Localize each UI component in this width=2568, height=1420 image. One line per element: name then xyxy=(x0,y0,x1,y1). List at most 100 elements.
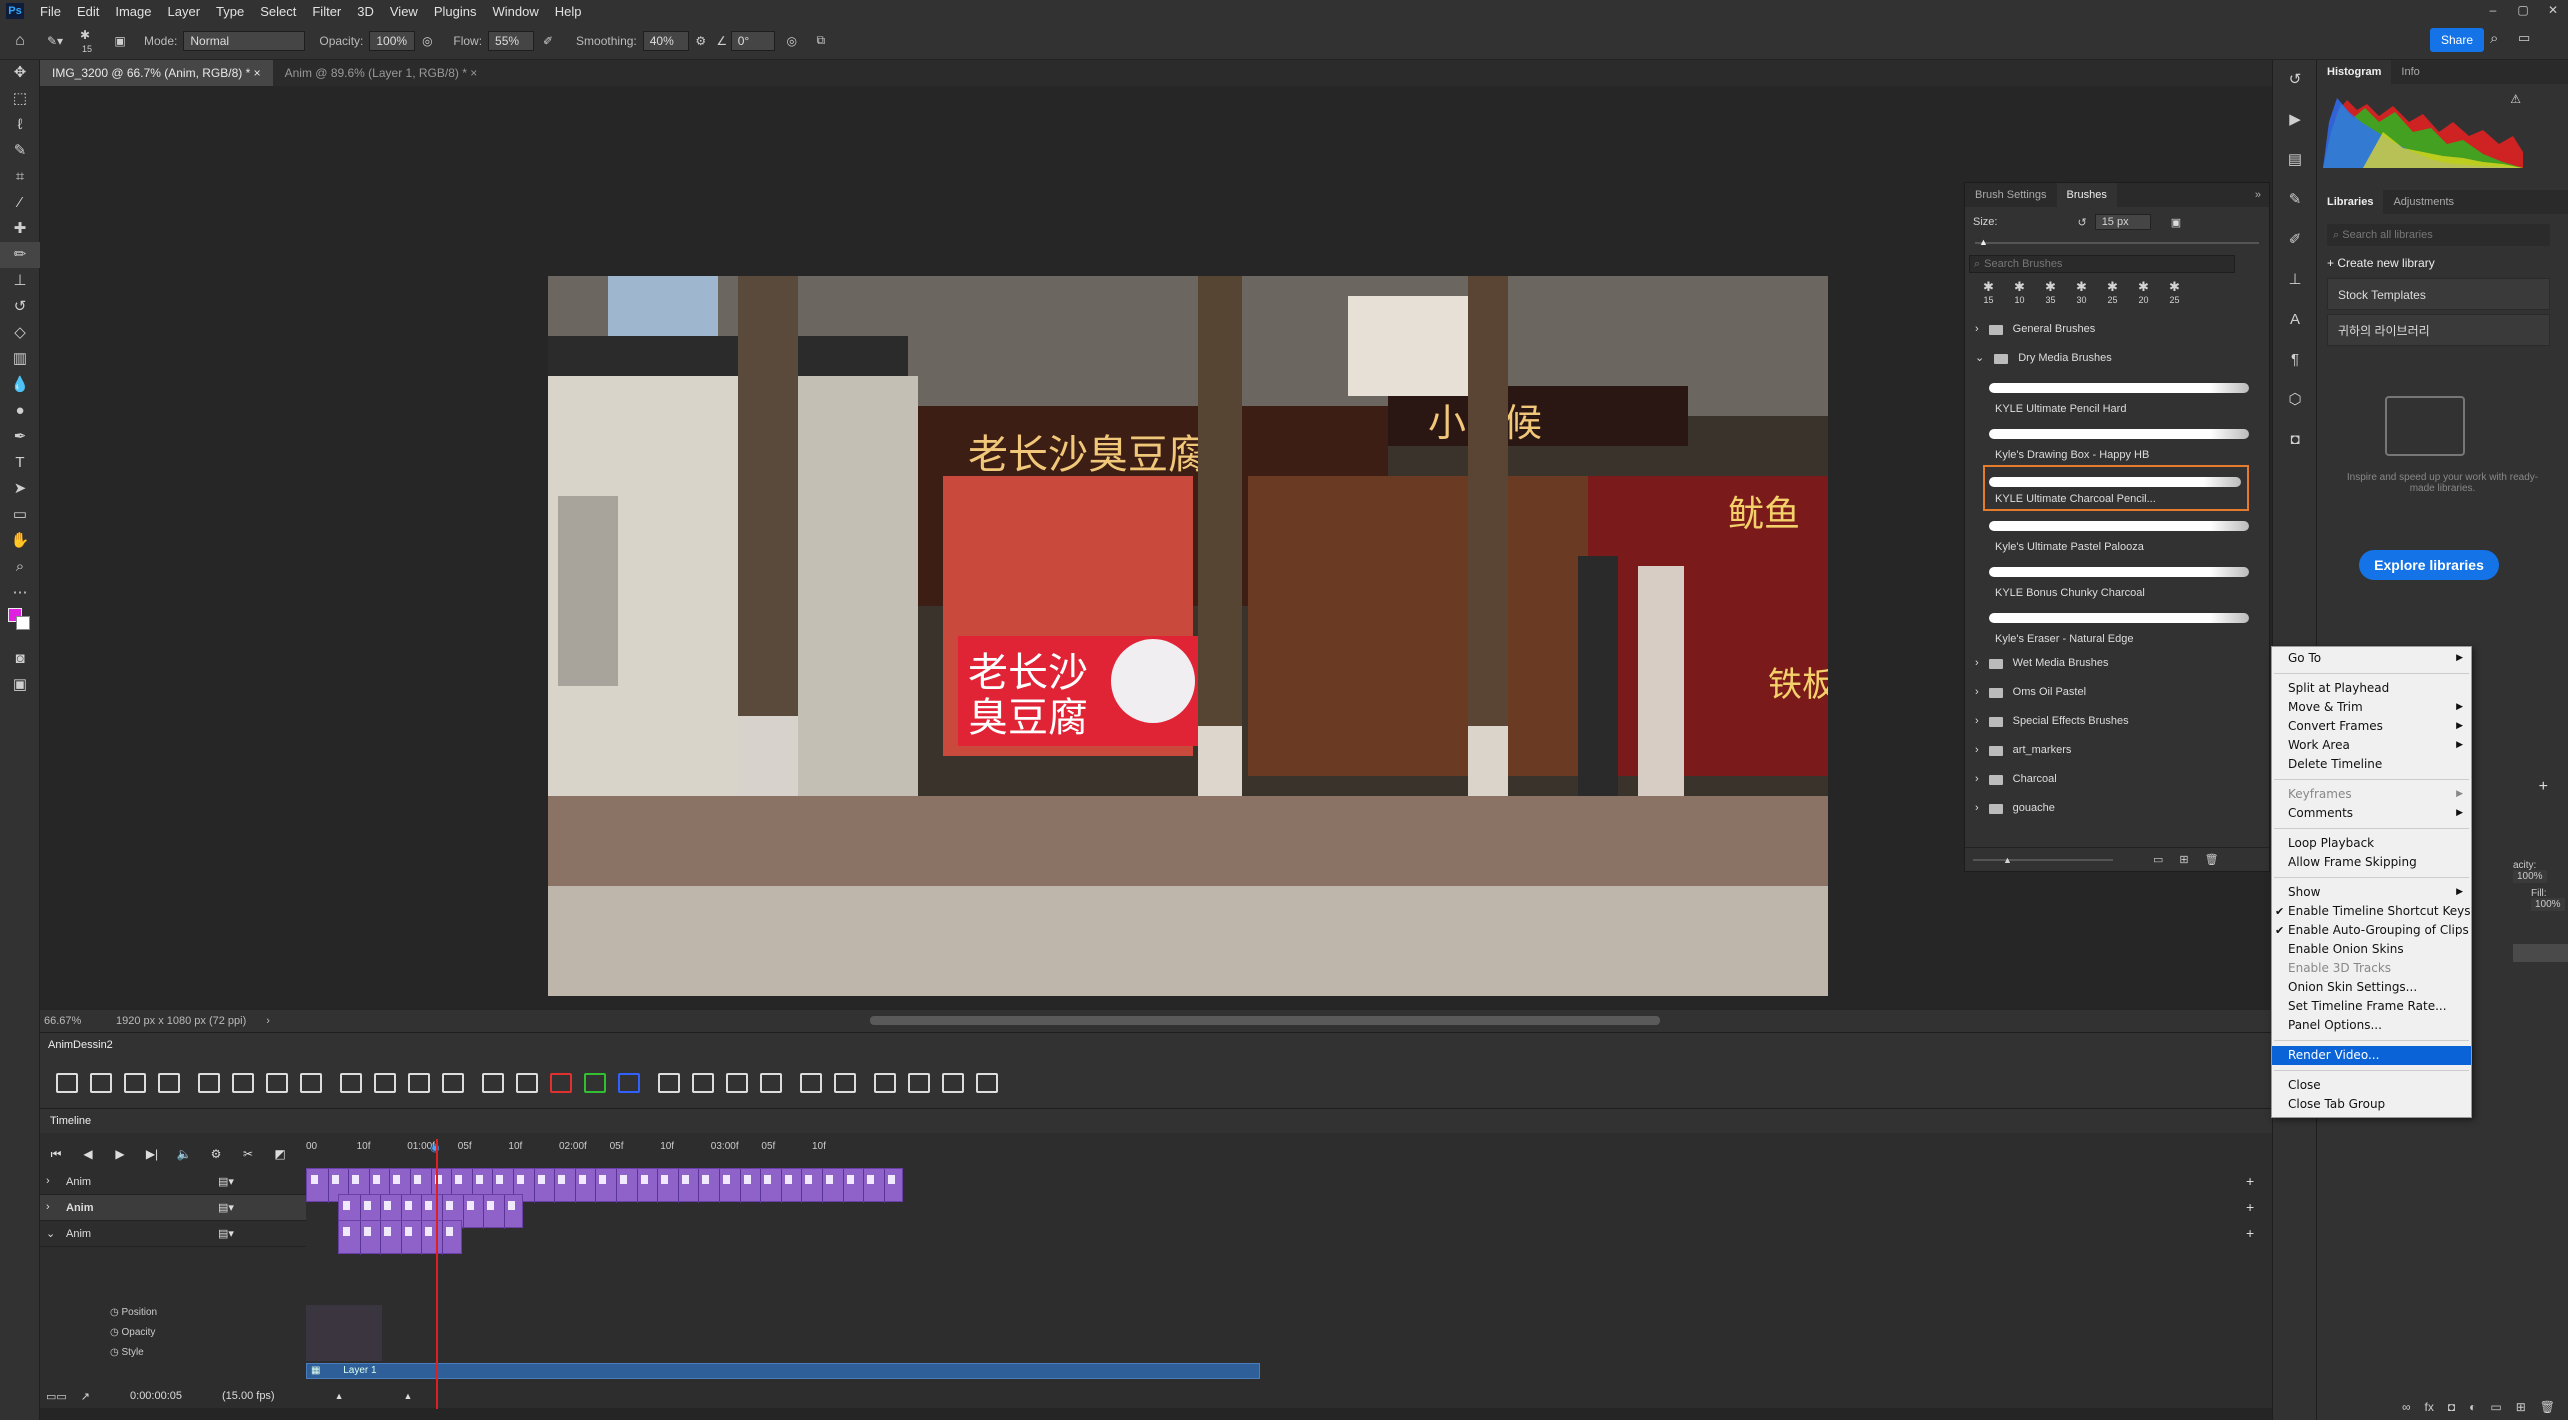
tab-histogram[interactable]: Histogram xyxy=(2317,60,2392,84)
menu-item-comments[interactable]: Comments ▶ xyxy=(2272,804,2471,823)
animdessin-tool-button[interactable] xyxy=(118,1067,152,1099)
eyedropper-tool-icon[interactable]: ⁄ xyxy=(0,190,40,216)
transition-icon[interactable]: ◩ xyxy=(264,1147,296,1161)
menu-item-enable-timeline-shortcut-keys[interactable]: ✔ Enable Timeline Shortcut Keys xyxy=(2272,902,2471,921)
frame-marker[interactable] xyxy=(681,1175,689,1184)
home-icon[interactable]: ⌂ xyxy=(0,32,40,50)
frame-marker[interactable] xyxy=(384,1201,392,1210)
warning-icon[interactable]: ⚠ xyxy=(2510,92,2521,106)
clone-stamp-tool-icon[interactable]: ⊥ xyxy=(0,268,40,294)
animdessin-tool-button[interactable] xyxy=(436,1067,470,1099)
brush-folder[interactable]: › gouache xyxy=(1965,794,2269,823)
pressure-opacity-icon[interactable]: ◎ xyxy=(415,34,439,48)
close-tab-icon[interactable]: × xyxy=(470,66,477,80)
menu-item-work-area[interactable]: Work Area ▶ xyxy=(2272,736,2471,755)
frame-marker[interactable] xyxy=(311,1175,318,1184)
menu-item-convert-frames[interactable]: Convert Frames ▶ xyxy=(2272,717,2471,736)
menu-item-loop-playback[interactable]: Loop Playback xyxy=(2272,834,2471,853)
delete-icon[interactable]: 🗑 xyxy=(2540,1400,2555,1414)
move-tool-icon[interactable]: ✥ xyxy=(0,60,40,86)
animdessin-tool-button[interactable] xyxy=(652,1067,686,1099)
pen-tool-icon[interactable]: ✒ xyxy=(0,424,40,450)
film-strip-icon[interactable]: ▤▾ xyxy=(218,1201,234,1214)
brush-folder[interactable]: › Oms Oil Pastel xyxy=(1965,678,2269,707)
blur-tool-icon[interactable]: 💧 xyxy=(0,372,40,398)
new-brush-icon[interactable]: ⊞ xyxy=(2179,853,2188,866)
brush-search-input[interactable]: ⌕ Search Brushes xyxy=(1969,255,2235,273)
frame-marker[interactable] xyxy=(384,1227,392,1236)
brush-folder[interactable]: › Wet Media Brushes xyxy=(1965,649,2269,678)
menu-select[interactable]: Select xyxy=(252,4,304,19)
frame-marker[interactable] xyxy=(702,1175,710,1184)
track-label[interactable]: › Anim ▤▾ xyxy=(40,1195,306,1221)
animdessin-tool-button[interactable] xyxy=(754,1067,788,1099)
frame-marker[interactable] xyxy=(331,1175,339,1184)
settings-gear-icon[interactable]: ⚙ xyxy=(200,1147,232,1161)
frame-marker[interactable] xyxy=(425,1201,433,1210)
menu-item-close-tab-group[interactable]: Close Tab Group xyxy=(2272,1095,2471,1114)
frame-marker[interactable] xyxy=(466,1201,474,1210)
more-tools-icon[interactable]: ⋯ xyxy=(0,580,40,606)
track-label[interactable]: ⌄ Anim ▤▾ xyxy=(40,1221,306,1247)
menu-image[interactable]: Image xyxy=(107,4,159,19)
healing-brush-tool-icon[interactable]: ✚ xyxy=(0,216,40,242)
next-frame-icon[interactable]: ▶| xyxy=(136,1147,168,1161)
frame-marker[interactable] xyxy=(846,1175,854,1184)
animdessin-tool-button[interactable] xyxy=(368,1067,402,1099)
restore-icon[interactable]: ▢ xyxy=(2508,0,2538,22)
recent-brush-preset[interactable]: ✱ 25 xyxy=(2159,279,2190,309)
video-layer-clip[interactable]: ▦ Layer 1 xyxy=(306,1363,1260,1379)
playhead-handle-icon[interactable]: ◉ xyxy=(430,1141,440,1154)
recent-brush-preset[interactable]: ✱ 35 xyxy=(2035,279,2066,309)
frame-marker[interactable] xyxy=(517,1175,524,1184)
doc-tab-img3200[interactable]: IMG_3200 @ 66.7% (Anim, RGB/8) * × xyxy=(40,60,273,86)
animdessin-tool-button[interactable] xyxy=(192,1067,226,1099)
delete-icon[interactable]: 🗑 xyxy=(2205,853,2219,866)
chevron-right-icon[interactable]: › xyxy=(266,1015,270,1027)
share-button[interactable]: Share xyxy=(2430,28,2484,52)
menu-window[interactable]: Window xyxy=(484,4,546,19)
screen-mode-icon[interactable]: ▣ xyxy=(0,672,40,698)
menu-item-panel-options[interactable]: Panel Options... xyxy=(2272,1016,2471,1035)
frame-marker[interactable] xyxy=(743,1175,751,1184)
canvas-area[interactable]: 老长沙臭豆腐 小时候 老长沙 臭豆腐 鱿鱼 铁板 xyxy=(40,86,2272,1010)
frame-marker[interactable] xyxy=(558,1175,566,1184)
fx-icon[interactable]: fx xyxy=(2425,1400,2434,1414)
tab-info[interactable]: Info xyxy=(2391,60,2429,84)
panel-collapse-icon[interactable]: » xyxy=(2247,183,2269,207)
frame-marker[interactable] xyxy=(620,1175,627,1184)
horizontal-scrollbar[interactable] xyxy=(870,1016,1660,1025)
mask-icon[interactable]: ◘ xyxy=(2448,1400,2455,1414)
menu-type[interactable]: Type xyxy=(208,4,252,19)
menu-item-split-at-playhead[interactable]: Split at Playhead xyxy=(2272,679,2471,698)
brush-item[interactable]: Kyle's Ultimate Pastel Palooza xyxy=(1965,511,2269,557)
slider-thumb[interactable]: ▲ xyxy=(1979,237,1988,247)
stopwatch-icon[interactable]: ◷ xyxy=(110,1307,119,1318)
menu-help[interactable]: Help xyxy=(547,4,590,19)
chevron-right-icon[interactable]: › xyxy=(46,1201,50,1213)
render-icon[interactable]: ↗ xyxy=(81,1390,90,1403)
new-layer-icon[interactable]: ⊞ xyxy=(2516,1400,2526,1414)
glyphs-icon[interactable]: ◘ xyxy=(2273,420,2317,460)
frame-marker[interactable] xyxy=(352,1175,360,1184)
menu-item-enable-onion-skins[interactable]: Enable Onion Skins xyxy=(2272,940,2471,959)
animdessin-tool-button[interactable] xyxy=(868,1067,902,1099)
brush-folder[interactable]: › General Brushes xyxy=(1965,315,2269,344)
frame-marker[interactable] xyxy=(446,1201,453,1210)
tab-brushes[interactable]: Brushes xyxy=(2056,183,2117,207)
brush-panel-toggle-icon[interactable]: ▣ xyxy=(110,34,130,48)
brushes-icon[interactable]: ✐ xyxy=(2273,220,2317,260)
preview-size-slider[interactable]: ▲ xyxy=(1973,855,2113,865)
menu-view[interactable]: View xyxy=(382,4,426,19)
frame-marker[interactable] xyxy=(455,1175,463,1184)
quick-mask-icon[interactable]: ◙ xyxy=(0,646,40,672)
frame-marker[interactable] xyxy=(640,1175,648,1184)
history-icon[interactable]: ↺ xyxy=(2273,60,2317,100)
workspace-icon[interactable]: ▭ xyxy=(2518,30,2530,46)
add-media-icon[interactable]: + xyxy=(2246,1225,2254,1241)
frame-marker[interactable] xyxy=(887,1175,895,1184)
menu-item-delete-timeline[interactable]: Delete Timeline xyxy=(2272,755,2471,774)
animdessin-tool-button[interactable] xyxy=(226,1067,260,1099)
frame-marker[interactable] xyxy=(363,1201,371,1210)
menu-item-enable-auto-grouping-of-clips[interactable]: ✔ Enable Auto-Grouping of Clips xyxy=(2272,921,2471,940)
